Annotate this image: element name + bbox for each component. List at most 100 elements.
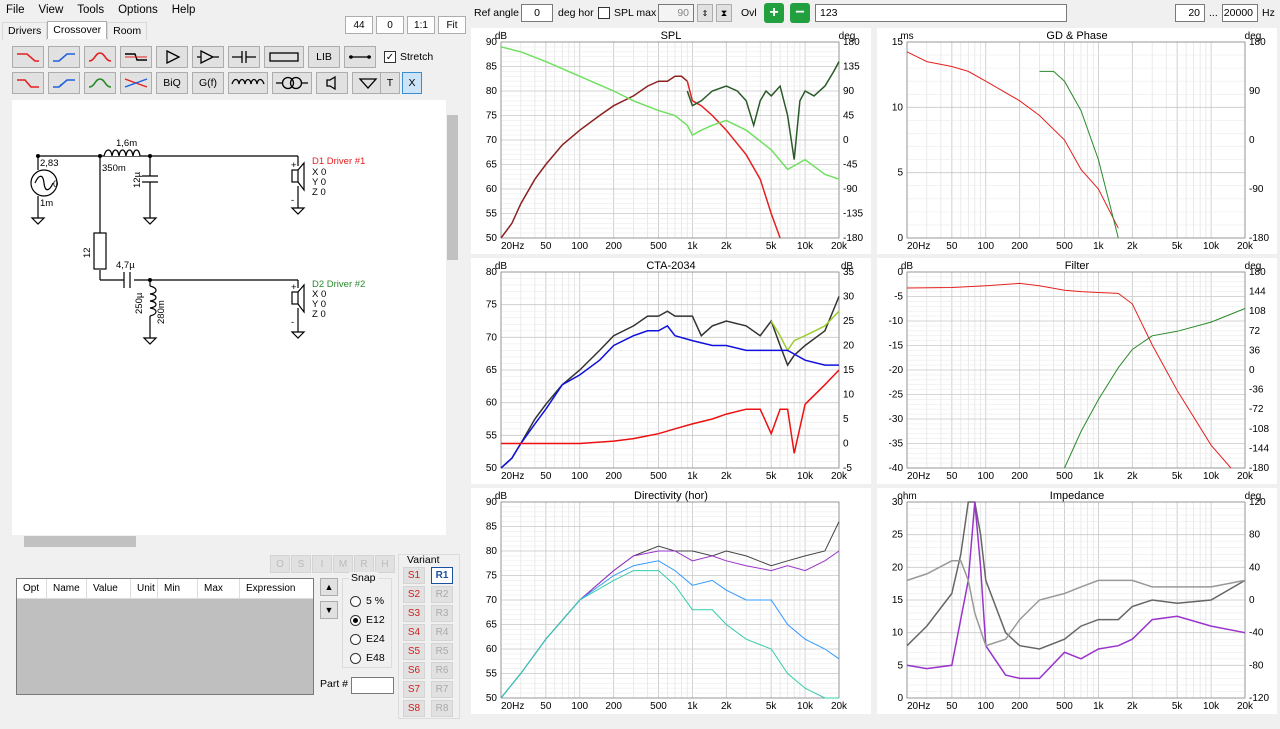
y-tick-label: 5 [897, 660, 903, 671]
spl-max-input[interactable]: 90 [658, 4, 694, 22]
r-button[interactable]: R [354, 555, 374, 573]
buffer-button[interactable] [156, 46, 188, 68]
biquad-button[interactable]: BiQ [156, 72, 188, 94]
optimizer-table[interactable]: Opt Name Value Unit Min Max Expression [16, 578, 314, 695]
y-tick-label: 70 [486, 595, 498, 606]
directivity-chart[interactable]: 90 85 80 75 70 65 60 55 50 20Hz 50 100 200 500 1k 2k 5k 1… [471, 488, 871, 714]
menu-view[interactable]: View [39, 4, 64, 16]
variant-s-button[interactable]: S5 [403, 643, 425, 660]
horizontal-scrollbar[interactable] [12, 535, 446, 548]
x-tick-label: 20k [831, 471, 848, 482]
h-button[interactable]: H [375, 555, 395, 573]
text-button[interactable]: T [380, 72, 400, 94]
highpass-filter-button[interactable] [48, 46, 80, 68]
amplifier-button[interactable] [192, 46, 224, 68]
shelf-filter-button[interactable] [120, 46, 152, 68]
inductor-button[interactable] [228, 72, 268, 94]
snap-e24-radio[interactable]: E24 [350, 633, 385, 645]
o-button[interactable]: O [270, 555, 290, 573]
zoom-fit-button[interactable]: Fit [438, 16, 466, 34]
library-button[interactable]: LIB [308, 46, 340, 68]
variant-s-button[interactable]: S4 [403, 624, 425, 641]
stretch-checkbox[interactable]: ✓ Stretch [384, 51, 433, 63]
lowpass-2-button[interactable] [12, 72, 44, 94]
spl-grid [500, 41, 840, 239]
menu-tools[interactable]: Tools [77, 4, 104, 16]
variant-s-button[interactable]: S8 [403, 700, 425, 717]
menu-file[interactable]: File [6, 4, 25, 16]
scroll-thumb[interactable] [24, 536, 136, 547]
variant-r-button[interactable]: R1 [431, 567, 453, 584]
resistor-button[interactable] [264, 46, 304, 68]
variant-r-button[interactable]: R7 [431, 681, 453, 698]
spl-chart[interactable]: 90 85 80 75 70 65 60 55 50 180 135 90 45 0 -45 -90 -135-… [471, 28, 871, 254]
snap-e12-radio[interactable]: E12 [350, 614, 385, 626]
move-up-button[interactable]: ▲ [320, 578, 338, 596]
m-button[interactable]: M [333, 555, 353, 573]
wire-button[interactable] [344, 46, 376, 68]
osimrh-buttons: O S I M R H [270, 555, 395, 573]
variant-s-button[interactable]: S7 [403, 681, 425, 698]
crossover-schematic[interactable]: 2,83 0 1m 1,6m 350m 12µ 12 4,7µ 250µ 280… [12, 100, 446, 535]
variant-s-button[interactable]: S6 [403, 662, 425, 679]
allpass-filter-button[interactable] [84, 46, 116, 68]
notch-button[interactable] [120, 72, 152, 94]
freq-min-input[interactable]: 20 [1175, 4, 1205, 22]
add-overlay-button[interactable]: + [764, 3, 784, 23]
remove-overlay-button[interactable]: − [790, 3, 810, 23]
plus-icon: + [769, 4, 779, 21]
bandpass-button[interactable] [84, 72, 116, 94]
vertical-scrollbar[interactable] [446, 100, 459, 535]
filter-chart[interactable]: 0 -5 -10 -15 -20 -25 -30 -35 -40 180 144 108 72 36 0 -3… [877, 258, 1277, 484]
radio-selected-icon [350, 614, 361, 626]
capacitor-button[interactable] [228, 46, 260, 68]
spl-reset-button[interactable]: ⧗ [716, 4, 732, 22]
variant-s-button[interactable]: S1 [403, 567, 425, 584]
tab-room[interactable]: Room [107, 22, 148, 40]
zoom-1to1-button[interactable]: 1:1 [407, 16, 435, 34]
spl-max-checkbox[interactable] [598, 4, 610, 22]
highpass-2-button[interactable] [48, 72, 80, 94]
x-tick-label: 200 [1011, 241, 1028, 252]
spl-spinner[interactable]: ⇕ [697, 4, 713, 22]
lowpass-filter-button[interactable] [12, 46, 44, 68]
tab-crossover[interactable]: Crossover [47, 21, 108, 39]
schematic-canvas[interactable]: 2,83 0 1m 1,6m 350m 12µ 12 4,7µ 250µ 280… [12, 100, 446, 535]
variant-r-button[interactable]: R6 [431, 662, 453, 679]
variant-r-button[interactable]: R8 [431, 700, 453, 717]
part-number-input[interactable] [351, 677, 394, 694]
ref-angle-input[interactable]: 0 [521, 4, 553, 22]
menu-options[interactable]: Options [118, 4, 158, 16]
menu-help[interactable]: Help [172, 4, 196, 16]
s-button[interactable]: S [291, 555, 311, 573]
snap-5pct-radio[interactable]: 5 % [350, 595, 384, 607]
cta-2034-chart[interactable]: 80 75 70 65 60 55 50 35 30 25 20 15 10 5 0 -5 20Hz 50 100 2… [471, 258, 871, 484]
impedance-chart[interactable]: 30 25 20 15 10 5 0 120 80 40 0 -40 -80 -120 20Hz 50 100 2… [877, 488, 1277, 714]
variant-r-button[interactable]: R4 [431, 624, 453, 641]
zoom-44-button[interactable]: 44 [345, 16, 373, 34]
snap-e48-radio[interactable]: E48 [350, 652, 385, 664]
tab-drivers[interactable]: Drivers [2, 22, 48, 40]
variant-s-button[interactable]: S2 [403, 586, 425, 603]
variant-r-button[interactable]: R5 [431, 643, 453, 660]
spinner-arrows-icon: ⇕ [701, 8, 709, 18]
d1-plus: + [291, 160, 297, 171]
x-toggle-button[interactable]: X [402, 72, 422, 94]
zoom-0-button[interactable]: 0 [376, 16, 404, 34]
i-button[interactable]: I [312, 555, 332, 573]
freq-max-input[interactable]: 20000 [1222, 4, 1258, 22]
transfer-function-button[interactable]: G(f) [192, 72, 224, 94]
scroll-thumb[interactable] [447, 115, 458, 260]
y-tick-label: 75 [486, 300, 498, 311]
y2-tick-label: 15 [843, 365, 855, 376]
gd-phase-chart[interactable]: 15 10 5 0 180 90 0 -90 -180 20Hz 50 100 200 500 1k 2k 5k… [877, 28, 1277, 254]
variant-r-button[interactable]: R3 [431, 605, 453, 622]
move-down-button[interactable]: ▼ [320, 601, 338, 619]
x-tick-label: 10k [797, 701, 814, 712]
driver-button[interactable] [316, 72, 348, 94]
variant-r-button[interactable]: R2 [431, 586, 453, 603]
transformer-button[interactable] [272, 72, 312, 94]
overlay-name-input[interactable]: 123 [815, 4, 1067, 22]
variant-s-button[interactable]: S3 [403, 605, 425, 622]
col-opt: Opt [17, 579, 47, 598]
